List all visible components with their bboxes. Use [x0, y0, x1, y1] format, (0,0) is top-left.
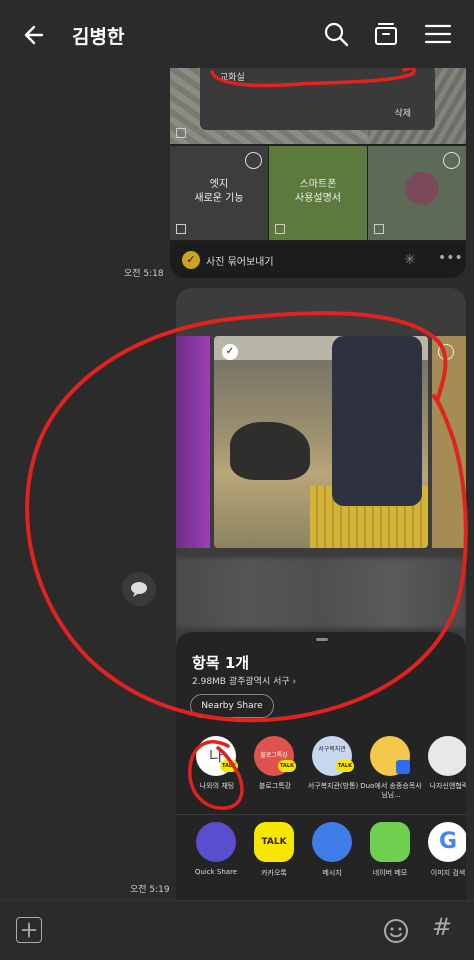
share-target-label: 나와의 채팅: [199, 782, 235, 790]
share-target-label: Duo에서 송종승목사님님...: [360, 782, 422, 799]
search-icon[interactable]: [322, 20, 350, 48]
loading-icon: ✳: [404, 252, 416, 268]
check-icon: ✓: [182, 251, 200, 269]
photo-thumbnail-purple[interactable]: [176, 336, 210, 548]
comment-icon[interactable]: [122, 572, 156, 606]
memo-icon: [370, 822, 410, 862]
select-circle-icon[interactable]: [245, 152, 262, 169]
emoji-icon[interactable]: [382, 917, 410, 945]
more-icon[interactable]: •••: [438, 250, 463, 266]
photo-bundle-message[interactable]: 교화실 삭제 엣지 새로운 기능 스마트폰 사용설명서 ✓ 사진 묶어보내기 ✳…: [170, 68, 466, 278]
drawer-icon[interactable]: [372, 20, 400, 48]
share-sheet: 항목 1개 2.98MB 광주광역시 서구 › Nearby Share 나 T…: [176, 632, 466, 900]
video-call-badge-icon: [396, 760, 410, 774]
menu-icon[interactable]: [424, 20, 452, 48]
kakaotalk-badge-icon: TALK: [336, 760, 354, 772]
share-target-label: 나자신앤협력: [429, 782, 466, 790]
photo-tile-manual[interactable]: 스마트폰 사용설명서: [269, 146, 367, 240]
bundle-label[interactable]: 사진 묶어보내기: [206, 253, 274, 268]
chat-title: 김병한: [72, 26, 125, 48]
popup-delete-label[interactable]: 삭제: [394, 106, 411, 119]
nearby-share-button[interactable]: Nearby Share: [190, 694, 274, 718]
app-label: 카카오톡: [261, 869, 287, 877]
select-circle-icon[interactable]: [443, 152, 460, 169]
app-label: 네이버 메모: [372, 869, 408, 877]
message-time: 오전 5:19: [130, 885, 170, 895]
arrow-left-icon[interactable]: [20, 20, 50, 50]
popup-overlay: 교화실 삭제: [200, 68, 435, 130]
photo-dog-walking[interactable]: ✓: [214, 336, 428, 548]
app-share-row: Quick Share TALK 카카오톡 메시지 네이버 메모 G 이미지 검…: [186, 822, 466, 900]
check-icon[interactable]: ✓: [222, 344, 238, 360]
folder-icon: [428, 736, 466, 776]
photo-thumbnail-next[interactable]: [432, 336, 466, 548]
app-label: 메시지: [322, 869, 342, 877]
item-meta-place: 서구: [273, 677, 290, 687]
kakaotalk-badge-icon: TALK: [220, 760, 238, 772]
popup-label: 교화실: [220, 73, 245, 83]
item-count: 항목 1개: [192, 654, 250, 672]
photo-tile-aerial[interactable]: [368, 146, 466, 240]
photo-tile-edge[interactable]: 엣지 새로운 기능: [170, 146, 268, 240]
messages-icon: [312, 822, 352, 862]
expand-icon[interactable]: [374, 224, 384, 234]
app-label: Quick Share: [194, 868, 238, 876]
share-target-label: 블로그특강: [258, 782, 292, 790]
divider: [176, 814, 466, 815]
photo-dog: [230, 422, 310, 480]
blurred-thumbnails: [176, 558, 466, 628]
expand-icon[interactable]: [176, 128, 186, 138]
item-meta: 2.98MB 광주광역시 서구 ›: [192, 677, 297, 687]
drag-handle[interactable]: [316, 638, 328, 641]
expand-icon[interactable]: [176, 224, 186, 234]
photo-person: [332, 336, 422, 506]
tile-caption: 엣지 새로운 기능: [194, 179, 244, 204]
message-time: 오전 5:18: [124, 269, 164, 279]
hashtag-icon[interactable]: #: [432, 913, 452, 941]
chat-area[interactable]: 교화실 삭제 엣지 새로운 기능 스마트폰 사용설명서 ✓ 사진 묶어보내기 ✳…: [0, 68, 474, 900]
quick-share-icon: [196, 822, 236, 862]
shared-photo-message[interactable]: ✓ 항목 1개 2.98MB 광주광역시 서구 › Nearby Share 나…: [176, 288, 466, 900]
item-meta-text: 2.98MB 광주광역시: [192, 677, 274, 687]
app-label: 이미지 검색: [430, 869, 466, 877]
direct-share-row: 나 TALK 나와의 채팅 블로그특강 TALK 블로그특강 서구복지관 TAL…: [186, 732, 466, 804]
google-icon: G: [428, 822, 466, 862]
kakaotalk-icon: TALK: [254, 822, 294, 862]
expand-icon[interactable]: [275, 224, 285, 234]
kakaotalk-badge-icon: TALK: [278, 760, 296, 772]
share-target-label: 서구복지관(방통): [307, 782, 359, 790]
tile-caption: 스마트폰 사용설명서: [295, 179, 341, 204]
chat-header: 김병한: [0, 0, 474, 68]
input-bar: #: [0, 900, 474, 960]
bundle-bar: ✓ 사진 묶어보내기 ✳ •••: [170, 242, 466, 278]
plus-icon[interactable]: [16, 917, 42, 943]
select-circle-icon[interactable]: [438, 344, 454, 360]
